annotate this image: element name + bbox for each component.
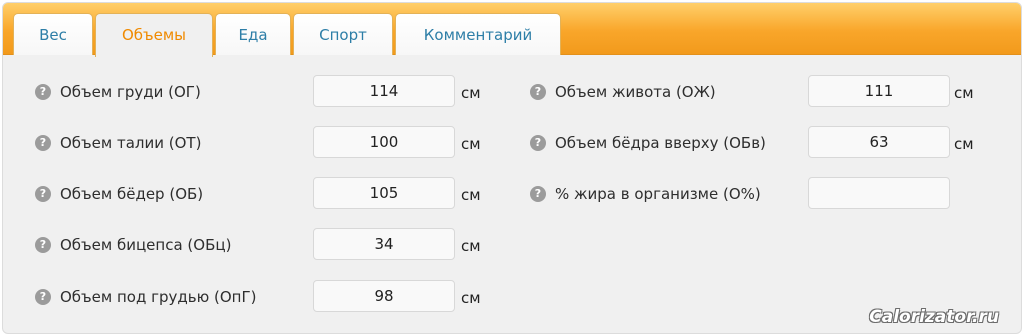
tab-comment[interactable]: Комментарий bbox=[395, 13, 561, 55]
unit-label: см bbox=[954, 135, 974, 153]
help-icon[interactable]: ? bbox=[35, 84, 51, 100]
help-icon[interactable]: ? bbox=[35, 237, 51, 253]
help-icon[interactable]: ? bbox=[35, 186, 51, 202]
hips-input[interactable]: 105 bbox=[313, 177, 455, 209]
unit-label: см bbox=[461, 237, 481, 255]
upper-thigh-input[interactable]: 63 bbox=[808, 126, 950, 158]
unit-label: см bbox=[461, 186, 481, 204]
tab-bar: Вес Объемы Еда Спорт Комментарий bbox=[3, 3, 1021, 57]
unit-label: см bbox=[954, 84, 974, 102]
tab-food[interactable]: Еда bbox=[215, 13, 291, 55]
body-fat-input[interactable] bbox=[808, 177, 950, 209]
help-icon[interactable]: ? bbox=[35, 289, 51, 305]
field-label: Объем талии (ОТ) bbox=[60, 134, 202, 152]
help-icon[interactable]: ? bbox=[35, 135, 51, 151]
form-row-chest: ? Объем груди (ОГ) 114 см bbox=[35, 75, 495, 109]
field-label: % жира в организме (О%) bbox=[555, 185, 761, 203]
help-icon[interactable]: ? bbox=[530, 186, 546, 202]
field-label: Объем бёдра вверху (ОБв) bbox=[555, 134, 766, 152]
form-row-belly: ? Объем живота (ОЖ) 111 см bbox=[530, 75, 990, 109]
form-row-hips: ? Объем бёдер (ОБ) 105 см bbox=[35, 177, 495, 211]
biceps-input[interactable]: 34 bbox=[313, 228, 455, 260]
unit-label: см bbox=[461, 84, 481, 102]
form-row-underbust: ? Объем под грудью (ОпГ) 98 см bbox=[35, 280, 495, 314]
chest-input[interactable]: 114 bbox=[313, 75, 455, 107]
field-label: Объем бёдер (ОБ) bbox=[60, 185, 204, 203]
field-label: Объем бицепса (ОБц) bbox=[60, 236, 232, 254]
tab-volumes[interactable]: Объемы bbox=[95, 13, 213, 57]
form-row-biceps: ? Объем бицепса (ОБц) 34 см bbox=[35, 228, 495, 262]
belly-input[interactable]: 111 bbox=[808, 75, 950, 107]
waist-input[interactable]: 100 bbox=[313, 126, 455, 158]
field-label: Объем живота (ОЖ) bbox=[555, 83, 716, 101]
unit-label: см bbox=[461, 135, 481, 153]
unit-label: см bbox=[461, 289, 481, 307]
form-row-waist: ? Объем талии (ОТ) 100 см bbox=[35, 126, 495, 160]
form-row-upper-thigh: ? Объем бёдра вверху (ОБв) 63 см bbox=[530, 126, 990, 160]
underbust-input[interactable]: 98 bbox=[313, 280, 455, 312]
tab-sport[interactable]: Спорт bbox=[293, 13, 393, 55]
form-row-body-fat: ? % жира в организме (О%) bbox=[530, 177, 990, 211]
tab-weight[interactable]: Вес bbox=[13, 13, 93, 55]
site-watermark: Calorizator.ru bbox=[869, 307, 999, 327]
help-icon[interactable]: ? bbox=[530, 135, 546, 151]
field-label: Объем груди (ОГ) bbox=[60, 83, 201, 101]
help-icon[interactable]: ? bbox=[530, 84, 546, 100]
measurements-panel: Вес Объемы Еда Спорт Комментарий ? Объем… bbox=[2, 2, 1022, 334]
field-label: Объем под грудью (ОпГ) bbox=[60, 288, 257, 306]
